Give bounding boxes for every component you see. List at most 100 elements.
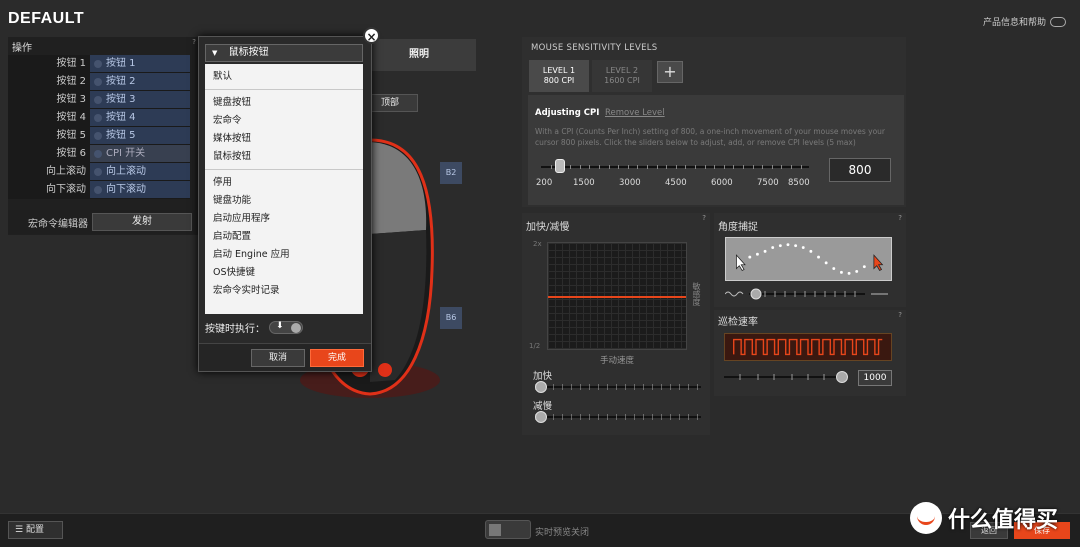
slider-tick xyxy=(599,165,600,169)
button-dot-icon xyxy=(94,149,102,158)
watermark: 什么值得买 xyxy=(910,502,1058,534)
slider-tick xyxy=(791,165,792,169)
assignment-label: 向上滚动 xyxy=(106,165,146,177)
button-assignment[interactable]: 按钮 5 xyxy=(90,127,190,145)
button-row: 按钮 4 按钮 4 xyxy=(8,109,200,127)
toggle-knob xyxy=(489,524,501,536)
slider-tick xyxy=(800,165,802,169)
graph-y-max-label: 2x xyxy=(533,240,542,248)
config-button[interactable]: ☰ 配置 xyxy=(8,521,63,539)
polling-rate-value[interactable]: 1000 xyxy=(858,370,892,386)
assignment-label: 按钮 4 xyxy=(106,111,136,123)
app-title: DEFAULT xyxy=(8,10,85,27)
button-name: 按钮 1 xyxy=(8,55,90,73)
cpi-slider[interactable] xyxy=(541,159,809,174)
tab-level-1[interactable]: LEVEL 1 800 CPI xyxy=(529,60,589,92)
menu-item[interactable]: 键盘按钮 xyxy=(205,94,363,112)
menu-item[interactable]: 媒体按钮 xyxy=(205,130,363,148)
menu-item[interactable]: 启动应用程序 xyxy=(205,210,363,228)
button-dot-icon xyxy=(94,185,102,194)
execute-on-press-toggle[interactable]: ⬇ xyxy=(269,321,303,334)
macro-editor-label: 宏命令编辑器 xyxy=(28,218,88,230)
close-icon[interactable]: × xyxy=(363,27,380,44)
button-row: 按钮 1 按钮 1 xyxy=(8,55,200,73)
done-button[interactable]: 完成 xyxy=(310,349,364,367)
slider-tick xyxy=(762,165,764,169)
button-assignment[interactable]: CPI 开关 xyxy=(90,145,190,163)
button-assignment[interactable]: 按钮 4 xyxy=(90,109,190,127)
button-b6-badge[interactable]: B6 xyxy=(440,307,462,329)
polling-rate-slider[interactable] xyxy=(724,371,854,383)
menu-item[interactable]: 宏命令实时记录 xyxy=(205,282,363,300)
sensitivity-title: MOUSE SENSITIVITY LEVELS xyxy=(531,43,658,53)
slider-tick xyxy=(666,165,668,169)
button-assignment[interactable]: 按钮 1 xyxy=(90,55,190,73)
menu-item[interactable]: 启动 Engine 应用 xyxy=(205,246,363,264)
cancel-button[interactable]: 取消 xyxy=(251,349,305,367)
level-1-name: LEVEL 1 xyxy=(542,66,576,75)
menu-item[interactable]: OS快捷键 xyxy=(205,264,363,282)
cpi-tick-label: 4500 xyxy=(665,178,687,188)
cpi-value-input[interactable]: 800 xyxy=(829,158,891,182)
slider-tick xyxy=(608,165,610,169)
add-level-button[interactable]: + xyxy=(657,61,683,83)
config-label: 配置 xyxy=(25,525,44,535)
slider-tick xyxy=(733,165,735,169)
button-name: 按钮 4 xyxy=(8,109,90,127)
slider-handle[interactable] xyxy=(535,381,547,393)
help-icon[interactable]: ? xyxy=(192,38,196,46)
button-assignment[interactable]: 按钮 3 xyxy=(90,91,190,109)
action-type-dropdown[interactable]: ▼ 鼠标按钮 xyxy=(205,44,363,62)
menu-item[interactable]: 停用 xyxy=(205,174,363,192)
button-assignment[interactable]: 向上滚动 xyxy=(90,163,190,181)
assignment-label: 按钮 5 xyxy=(106,129,136,141)
help-icon[interactable]: ? xyxy=(702,214,706,222)
slider-tick xyxy=(771,165,773,169)
help-icon[interactable]: ? xyxy=(898,214,902,222)
menu-item[interactable]: 启动配置 xyxy=(205,228,363,246)
button-name: 向下滚动 xyxy=(8,181,90,199)
remove-level-link[interactable]: Remove Level xyxy=(605,108,665,118)
slider-tick xyxy=(570,165,572,169)
slider-tick xyxy=(704,165,706,169)
deceleration-label: 减慢 xyxy=(533,401,553,412)
acceleration-slider[interactable] xyxy=(535,381,701,393)
menu-item[interactable]: 宏命令 xyxy=(205,112,363,130)
polling-rate-title: 巡检速率 xyxy=(718,317,758,328)
slider-tick xyxy=(685,165,687,169)
cpi-tick-label: 1500 xyxy=(573,178,595,188)
popup-footer: 取消 完成 xyxy=(199,343,371,371)
tab-lighting[interactable]: 照明 xyxy=(362,39,476,71)
slider-tick xyxy=(695,165,696,169)
accel-decel-title: 加快/减慢 xyxy=(526,222,570,233)
product-help-link[interactable]: 产品信息和帮助 xyxy=(983,15,1066,28)
menu-item[interactable]: 鼠标按钮 xyxy=(205,148,363,166)
button-row: 向上滚动 向上滚动 xyxy=(8,163,200,181)
execute-on-press-row: 按键时执行： ⬇ xyxy=(205,320,303,335)
button-dot-icon xyxy=(94,167,102,176)
cloud-icon xyxy=(1050,16,1066,27)
polling-rate-preview xyxy=(724,333,892,361)
live-preview-toggle[interactable] xyxy=(485,520,531,539)
help-icon[interactable]: ? xyxy=(898,311,902,319)
angle-snapping-slider[interactable] xyxy=(725,288,890,300)
menu-divider xyxy=(205,89,363,90)
list-icon: ☰ xyxy=(15,525,26,535)
angle-snapping-title: 角度捕捉 xyxy=(718,222,758,233)
button-dot-icon xyxy=(94,95,102,104)
slider-handle[interactable] xyxy=(535,411,547,423)
button-row: 按钮 3 按钮 3 xyxy=(8,91,200,109)
menu-item[interactable]: 默认 xyxy=(205,68,363,86)
graph-y-min-label: 1/2 xyxy=(529,342,541,350)
tab-level-2[interactable]: LEVEL 2 1600 CPI xyxy=(592,60,652,92)
cpi-slider-handle[interactable] xyxy=(555,159,565,173)
slider-tick xyxy=(618,165,620,169)
button-assignment[interactable]: 按钮 2 xyxy=(90,73,190,91)
menu-item[interactable]: 键盘功能 xyxy=(205,192,363,210)
button-assignment[interactable]: 向下滚动 xyxy=(90,181,190,199)
button-b2-badge[interactable]: B2 xyxy=(440,162,462,184)
launch-button[interactable]: 发射 xyxy=(92,213,192,231)
button-name: 按钮 2 xyxy=(8,73,90,91)
deceleration-slider[interactable] xyxy=(535,411,701,423)
macro-editor-row: 宏命令编辑器 发射 xyxy=(8,210,200,234)
